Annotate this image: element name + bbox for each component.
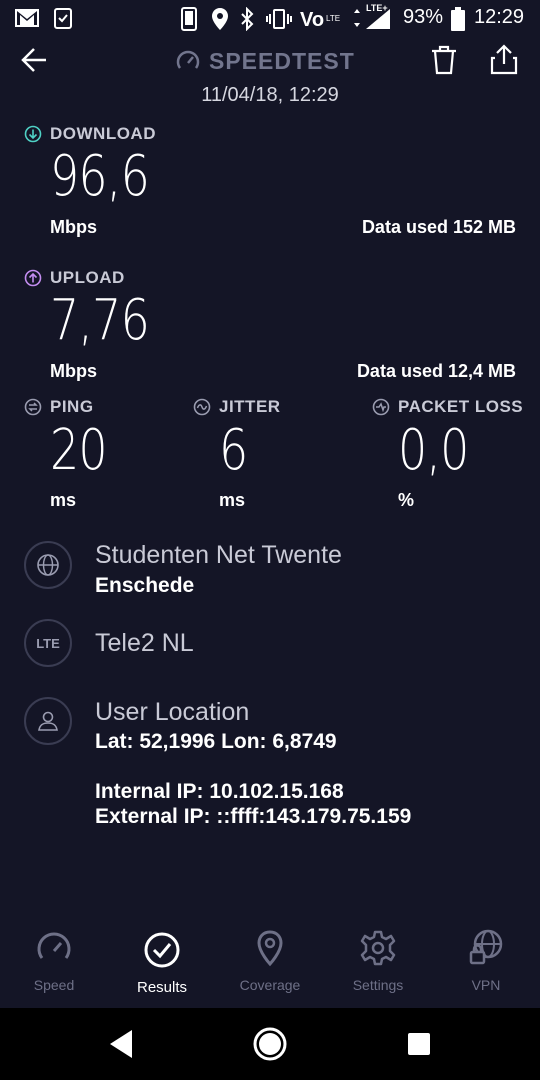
svg-text:LTE: LTE bbox=[326, 14, 340, 23]
upload-data-used: Data used 12,4 MB bbox=[356, 361, 516, 381]
check-circle-icon bbox=[144, 932, 180, 968]
nav-vpn-label: VPN bbox=[471, 977, 501, 993]
upload-unit: Mbps bbox=[50, 361, 97, 381]
nav-coverage[interactable]: Coverage bbox=[225, 928, 315, 993]
internal-ip: Internal IP: 10.102.15.168 bbox=[95, 780, 344, 803]
download-label-row: DOWNLOAD bbox=[24, 124, 156, 144]
nav-results[interactable]: Results bbox=[117, 930, 207, 996]
network-type: LTE+ bbox=[366, 3, 388, 13]
jitter-label-row: JITTER bbox=[193, 397, 281, 417]
back-button[interactable] bbox=[18, 42, 58, 78]
battery-percent: 93% bbox=[403, 6, 444, 28]
map-pin-icon bbox=[257, 930, 283, 967]
nav-results-label: Results bbox=[136, 979, 188, 996]
test-date: 11/04/18, 12:29 bbox=[201, 84, 339, 106]
download-value: 96,6 bbox=[50, 144, 150, 209]
packet-loss-icon bbox=[372, 398, 390, 416]
gear-icon bbox=[360, 930, 396, 966]
location-title: User Location bbox=[95, 698, 250, 726]
system-back-icon[interactable] bbox=[106, 1026, 136, 1062]
trash-icon bbox=[432, 45, 456, 75]
nav-coverage-label: Coverage bbox=[239, 977, 301, 993]
packet-loss-unit: % bbox=[398, 490, 415, 510]
jitter-unit: ms bbox=[219, 490, 246, 510]
share-icon bbox=[490, 44, 518, 75]
ping-unit: ms bbox=[50, 490, 77, 510]
status-bar: Vo LTE LTE+ 93% 12:29 bbox=[0, 0, 540, 36]
ping-icon bbox=[24, 398, 42, 416]
globe-lock-icon bbox=[469, 929, 503, 965]
upload-label: UPLOAD bbox=[50, 268, 125, 287]
title-text: SPEEDTEST bbox=[209, 47, 355, 74]
system-home-icon[interactable] bbox=[252, 1026, 288, 1062]
server-icon-wrap bbox=[24, 541, 72, 589]
gmail-icon bbox=[15, 9, 39, 27]
upload-arrow-icon bbox=[24, 269, 42, 287]
upload-label-row: UPLOAD bbox=[24, 268, 125, 288]
share-button[interactable] bbox=[488, 42, 520, 78]
jitter-icon bbox=[193, 398, 211, 416]
clipboard-check-icon bbox=[54, 8, 72, 29]
app-title: SPEEDTEST bbox=[175, 44, 365, 78]
download-data-used: Data used 152 MB bbox=[361, 217, 516, 237]
user-icon bbox=[38, 711, 58, 731]
battery-icon bbox=[451, 7, 465, 31]
system-navigation-bar bbox=[0, 1008, 540, 1080]
carrier-name: Tele2 NL bbox=[95, 629, 194, 657]
nav-settings-label: Settings bbox=[352, 977, 404, 993]
location-pin-icon bbox=[212, 8, 228, 30]
packet-loss-value: 0,0 bbox=[398, 418, 469, 483]
location-icon-wrap bbox=[24, 697, 72, 745]
nav-settings[interactable]: Settings bbox=[333, 928, 423, 993]
nav-speed-label: Speed bbox=[33, 977, 75, 993]
lte-badge-icon: LTE bbox=[36, 635, 60, 651]
system-recents-icon[interactable] bbox=[406, 1031, 432, 1057]
nav-vpn[interactable]: VPN bbox=[441, 928, 531, 993]
phone-icon bbox=[181, 7, 197, 31]
globe-icon bbox=[37, 554, 59, 576]
server-city: Enschede bbox=[95, 574, 195, 597]
packet-loss-label-row: PACKET LOSS bbox=[372, 397, 523, 417]
external-ip: External IP: ::ffff:143.179.75.159 bbox=[95, 805, 412, 828]
download-arrow-icon bbox=[24, 125, 42, 143]
ping-label: PING bbox=[50, 397, 94, 416]
ping-label-row: PING bbox=[24, 397, 94, 417]
delete-button[interactable] bbox=[428, 42, 460, 78]
volte-icon: Vo LTE bbox=[300, 9, 340, 31]
ping-value: 20 bbox=[50, 418, 108, 483]
nav-speed[interactable]: Speed bbox=[9, 928, 99, 993]
jitter-value: 6 bbox=[219, 418, 248, 483]
jitter-label: JITTER bbox=[219, 397, 281, 416]
upload-value: 7,76 bbox=[50, 288, 150, 353]
download-unit: Mbps bbox=[50, 217, 97, 237]
location-coords: Lat: 52,1996 Lon: 6,8749 bbox=[95, 730, 337, 753]
download-label: DOWNLOAD bbox=[50, 124, 156, 143]
speedometer-icon bbox=[37, 932, 71, 959]
bluetooth-icon bbox=[241, 7, 254, 31]
clock: 12:29 bbox=[474, 6, 525, 28]
carrier-icon-wrap: LTE bbox=[24, 619, 72, 667]
server-name: Studenten Net Twente bbox=[95, 541, 342, 569]
speedometer-icon bbox=[176, 50, 200, 69]
packet-loss-label: PACKET LOSS bbox=[398, 397, 524, 416]
arrow-left-icon bbox=[21, 48, 46, 72]
vibrate-icon bbox=[266, 9, 292, 29]
svg-text:Vo: Vo bbox=[300, 9, 324, 31]
